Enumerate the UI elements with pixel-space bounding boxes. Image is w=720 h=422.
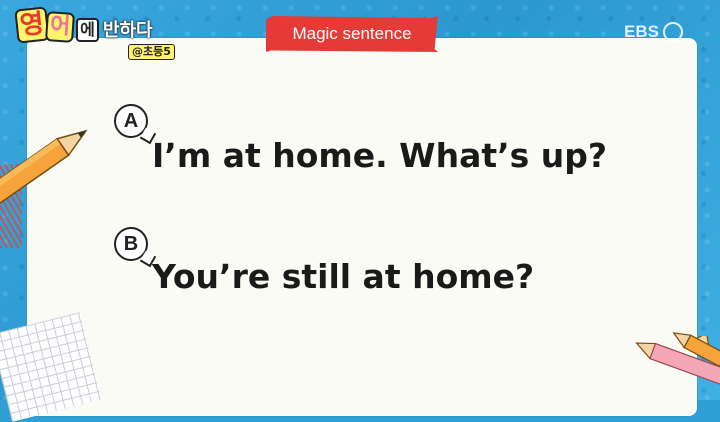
section-tag-label: Magic sentence: [292, 24, 412, 43]
logo-char-2: 어: [44, 11, 76, 43]
dialogue-line-a: I’m at home. What’s up?: [152, 136, 608, 175]
logo-char-3: 에: [76, 18, 99, 42]
ebs-watermark: EBS: [624, 22, 683, 42]
dialogue-line-b: You’re still at home?: [152, 257, 535, 296]
ebs-watermark-text: EBS: [624, 22, 659, 41]
show-logo: 영 어 에 반하다 @초등5: [14, 6, 176, 60]
pencil-icon: [672, 332, 720, 366]
ebs-logo-icon: [662, 22, 683, 42]
speaker-badge-b: B: [114, 227, 148, 261]
speaker-badge-a: A: [114, 104, 148, 138]
logo-subtitle: @초등5: [128, 44, 175, 60]
logo-char-4: 반하다: [102, 20, 153, 41]
section-tag: Magic sentence: [266, 16, 438, 52]
logo-char-1: 영: [14, 6, 50, 44]
